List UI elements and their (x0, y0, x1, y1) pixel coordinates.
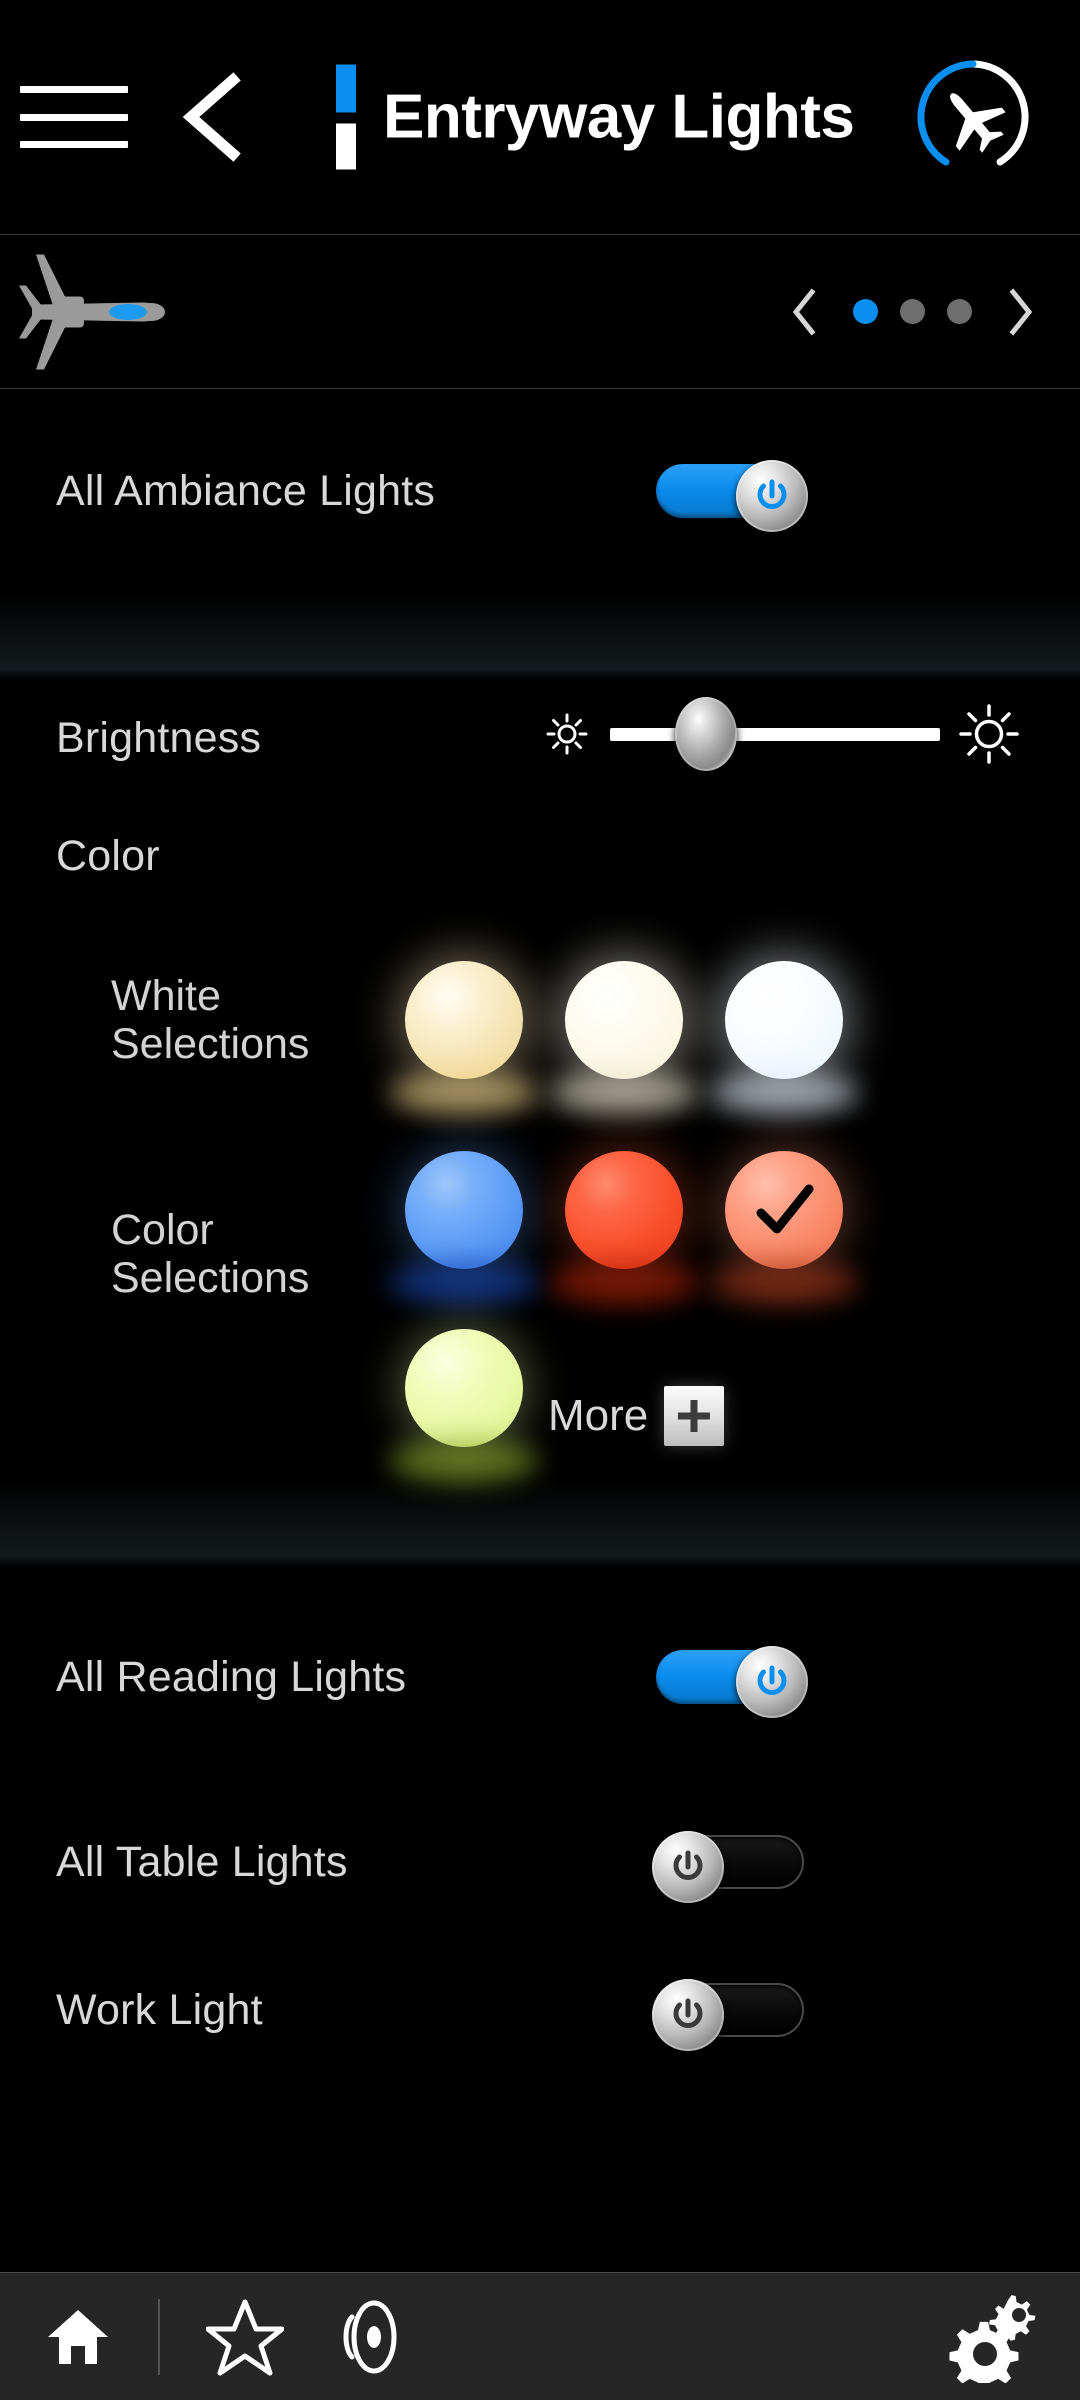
brightness-track[interactable] (610, 697, 940, 771)
color-swatch-red-orange[interactable] (544, 1130, 704, 1305)
airplane-circle-icon[interactable] (908, 52, 1038, 182)
swatch-ball (709, 961, 859, 1115)
toggle-knob (736, 1646, 808, 1718)
power-icon (757, 479, 787, 509)
settings-gears-icon[interactable] (944, 2291, 1040, 2383)
color-swatch-blue[interactable] (384, 1130, 544, 1305)
swatch-ball (549, 1151, 699, 1305)
reading-toggle[interactable] (656, 1646, 808, 1718)
row-white-selections: White Selections (0, 915, 1080, 1125)
color-swatch-grid-row1 (384, 1130, 864, 1305)
back-chevron-icon[interactable] (175, 72, 255, 162)
hamburger-bar (20, 86, 128, 93)
row-color-selections-1: Color Selections (0, 1125, 1080, 1305)
sun-large-icon (956, 701, 1022, 767)
swatch-ball (389, 1151, 539, 1305)
home-icon[interactable] (45, 2306, 111, 2368)
plus-icon (664, 1385, 725, 1446)
row-brightness: Brightness (0, 679, 1080, 797)
pager-dot-2[interactable] (900, 299, 925, 324)
entryway-lights-screen: Entryway Lights All Ambiance Lights Brig… (0, 0, 1080, 2400)
star-icon[interactable] (206, 2297, 284, 2377)
power-icon (673, 1998, 703, 2028)
table-label: All Table Lights (56, 1837, 348, 1886)
power-icon (673, 1850, 703, 1880)
ambiance-toggle[interactable] (656, 460, 808, 532)
row-all-table-lights: All Table Lights (0, 1788, 1080, 1936)
work-label: Work Light (56, 1985, 263, 2034)
swatch-glow (549, 1071, 699, 1115)
swatch-ball (389, 961, 539, 1115)
page-title: Entryway Lights (383, 82, 855, 152)
section-separator (0, 593, 1080, 679)
swatch-ball (389, 1328, 539, 1483)
brightness-label: Brightness (56, 713, 262, 762)
white-swatch-cool-white[interactable] (704, 940, 864, 1115)
row-all-ambiance-lights: All Ambiance Lights (0, 389, 1080, 593)
color-swatch-lime-yellow[interactable] (384, 1308, 544, 1483)
white-swatch-soft-warm-white[interactable] (544, 940, 704, 1115)
swatch-glow (389, 1438, 539, 1483)
speaker-icon[interactable] (330, 2297, 404, 2377)
power-icon (757, 1665, 787, 1695)
white-swatch-warm-amber[interactable] (384, 940, 544, 1115)
brightness-knob[interactable] (674, 697, 737, 771)
toggle-knob (736, 460, 808, 532)
swatch-glow (709, 1071, 859, 1115)
zone-pager (775, 282, 1050, 342)
more-colors-button[interactable]: More (548, 1385, 725, 1446)
aircraft-top-view-icon[interactable] (10, 244, 185, 379)
nav-divider (158, 2298, 160, 2375)
swatch-ball (709, 1151, 859, 1305)
swatch-glow (389, 1071, 539, 1115)
ambiance-label: All Ambiance Lights (56, 466, 436, 515)
light-toggles-section: All Reading Lights All Table Lights Work… (0, 1566, 1080, 2084)
hamburger-bar (20, 141, 128, 148)
table-toggle[interactable] (652, 1831, 804, 1903)
pager-prev-button[interactable] (775, 282, 835, 342)
swatch-ball (549, 961, 699, 1115)
brightness-slider[interactable] (540, 697, 1022, 771)
row-color-selections-2: More (0, 1295, 1080, 1483)
white-selections-label: White Selections (111, 971, 310, 1068)
color-section-label: Color (56, 831, 160, 880)
indicator-segment-inactive (336, 123, 356, 170)
sun-small-icon (540, 707, 594, 761)
color-swatch-coral[interactable] (704, 1130, 864, 1305)
title-status-indicator (336, 64, 356, 170)
hamburger-menu-icon[interactable] (20, 82, 128, 152)
app-header: Entryway Lights (0, 0, 1080, 235)
color-swatch-grid-row2: More (384, 1308, 725, 1483)
row-color-heading: Color (0, 797, 1080, 915)
hamburger-bar (20, 113, 128, 121)
aircraft-zone-nav (0, 235, 1080, 389)
pager-dots (853, 299, 972, 324)
section-separator (0, 1480, 1080, 1566)
more-label: More (548, 1390, 649, 1440)
toggle-knob (652, 1831, 724, 1903)
row-all-reading-lights: All Reading Lights (0, 1566, 1080, 1788)
pager-next-button[interactable] (990, 282, 1050, 342)
reading-label: All Reading Lights (56, 1652, 407, 1701)
row-work-light: Work Light (0, 1936, 1080, 2084)
toggle-knob (652, 1979, 724, 2051)
pager-dot-1[interactable] (853, 299, 878, 324)
work-toggle[interactable] (652, 1979, 804, 2051)
checkmark-icon (747, 1173, 821, 1247)
indicator-segment-active (336, 64, 356, 113)
pager-dot-3[interactable] (947, 299, 972, 324)
ambiance-section: All Ambiance Lights (0, 389, 1080, 593)
indicator-gap (336, 113, 356, 124)
brightness-color-section: Brightness Color White Selections Color … (0, 679, 1080, 1483)
color-selections-label: Color Selections (111, 1205, 310, 1302)
bottom-navigation-bar (0, 2272, 1080, 2400)
white-swatch-grid (384, 940, 864, 1115)
